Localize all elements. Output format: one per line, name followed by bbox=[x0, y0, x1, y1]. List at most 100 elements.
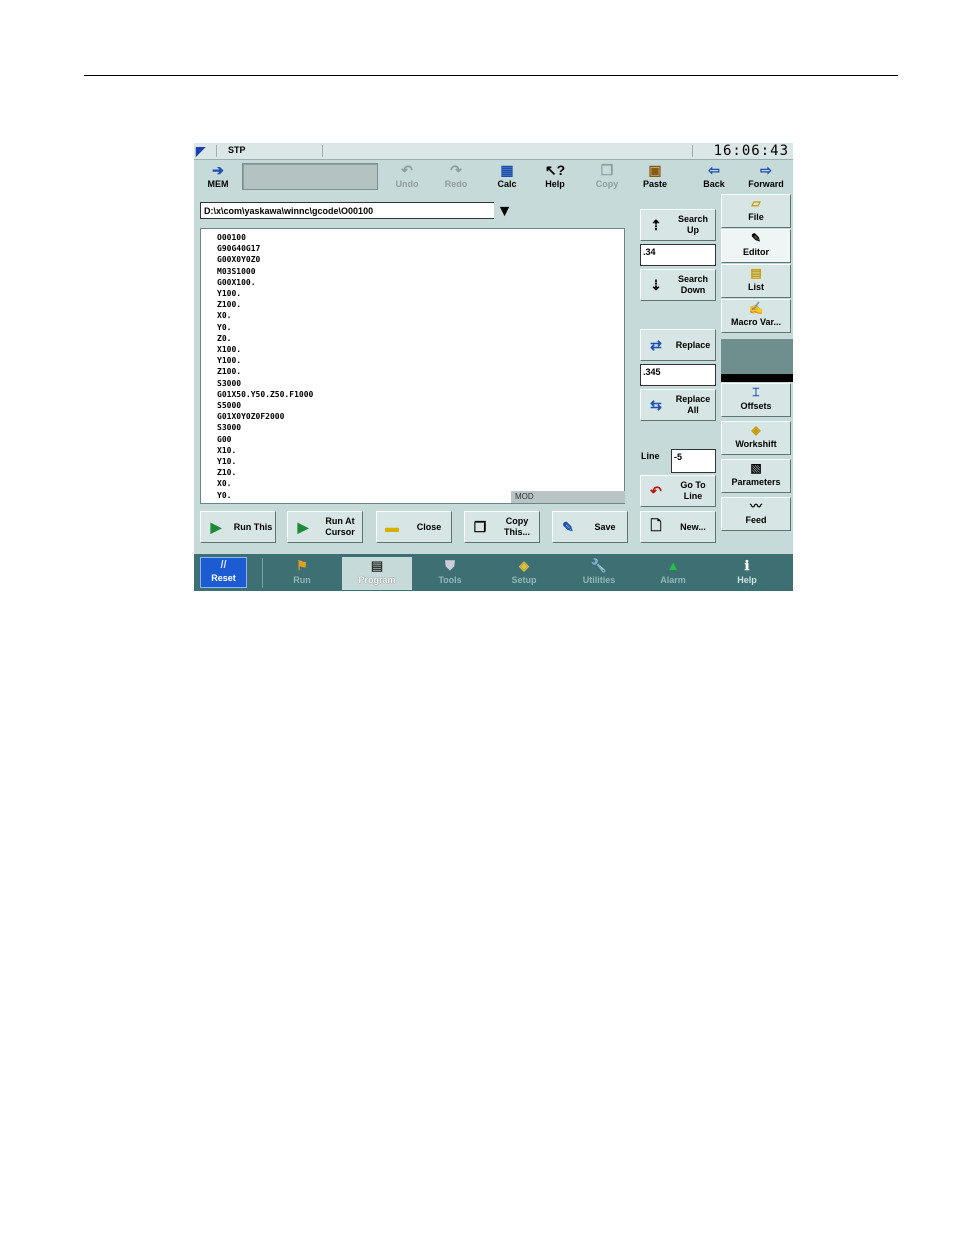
new-button[interactable]: 🗋 New... bbox=[640, 511, 716, 543]
folder-open-icon: ▱ bbox=[751, 196, 761, 210]
redo-icon: ↷ bbox=[450, 162, 462, 178]
program-line[interactable]: S5000 bbox=[217, 400, 241, 411]
file-path-field[interactable]: D:\x\com\yaskawa\winnc\gcode\O00100 bbox=[200, 202, 515, 219]
calc-label: Calc bbox=[497, 179, 517, 189]
program-line[interactable]: Z100. bbox=[217, 366, 241, 377]
program-line[interactable]: Z10. bbox=[217, 467, 236, 478]
sidebar-editor[interactable]: ✎ Editor bbox=[721, 229, 791, 263]
program-line[interactable]: G00 bbox=[217, 434, 231, 445]
calc-button[interactable]: ▦ Calc bbox=[488, 161, 526, 192]
editor-icon: ✎ bbox=[750, 231, 762, 245]
program-line[interactable]: S3000 bbox=[217, 422, 241, 433]
sidebar-macro-var[interactable]: ✍ Macro Var... bbox=[721, 299, 791, 333]
replace-all-button[interactable]: ⇆ Replace All bbox=[640, 389, 716, 421]
new-document-icon: 🗋 bbox=[650, 517, 662, 533]
program-line[interactable]: G01X50.Y50.Z50.F1000 bbox=[217, 389, 313, 400]
paste-icon: ▣ bbox=[648, 162, 662, 178]
toolbar: ➔ MEM ↶ Undo ↷ Redo ▦ Calc ↖? Help ❐ Cop… bbox=[194, 160, 793, 193]
undo-button[interactable]: ↶ Undo bbox=[388, 161, 426, 192]
nav-help-label: Help bbox=[737, 575, 757, 585]
replace-button[interactable]: ⇄ Replace bbox=[640, 329, 716, 361]
copy-this-button[interactable]: ❐ Copy This... bbox=[464, 511, 540, 543]
search-down-button[interactable]: ⇣ Search Down bbox=[640, 269, 716, 301]
mem-icon: ➔ bbox=[212, 162, 224, 178]
program-line[interactable]: Y100. bbox=[217, 355, 241, 366]
mem-label: MEM bbox=[207, 179, 229, 189]
program-line[interactable]: Y10. bbox=[217, 456, 236, 467]
replace-input[interactable]: .345 bbox=[640, 364, 716, 386]
program-line[interactable]: Z100. bbox=[217, 299, 241, 310]
clock: 16:06:43 bbox=[713, 143, 789, 159]
program-line[interactable]: Y0. bbox=[217, 490, 231, 501]
sidebar-list-label: List bbox=[747, 282, 764, 292]
close-button[interactable]: ▬ Close bbox=[376, 511, 452, 543]
run-this-button[interactable]: ▶ Run This bbox=[200, 511, 276, 543]
nav-utilities-label: Utilities bbox=[582, 575, 616, 585]
mem-display bbox=[242, 163, 378, 190]
search-up-label: Search Up bbox=[677, 214, 709, 235]
nav-setup-label: Setup bbox=[511, 575, 537, 585]
program-editor[interactable]: O00100 G90G40G17 G00X0Y0Z0 M03S1000 G00X100.… bbox=[200, 228, 625, 504]
close-label: Close bbox=[416, 521, 442, 532]
undo-label: Undo bbox=[395, 179, 419, 189]
search-up-button[interactable]: ⇡ Search Up bbox=[640, 209, 716, 241]
save-button[interactable]: ✎ Save bbox=[552, 511, 628, 543]
sidebar-offsets[interactable]: ⌶ Offsets bbox=[721, 383, 791, 417]
program-line[interactable]: X100. bbox=[217, 344, 241, 355]
sidebar-parameters[interactable]: ▧ Parameters bbox=[721, 459, 791, 493]
sidebar-workshift[interactable]: ◈ Workshift bbox=[721, 421, 791, 455]
forward-label: Forward bbox=[748, 179, 784, 189]
program-line[interactable]: G00X0Y0Z0 bbox=[217, 254, 260, 265]
reset-icon: // bbox=[220, 559, 227, 571]
program-line[interactable]: G01X0Y0Z0F2000 bbox=[217, 411, 284, 422]
nav-tools[interactable]: ⛊ Tools bbox=[415, 557, 485, 590]
sidebar-file-label: File bbox=[748, 212, 764, 222]
line-input[interactable]: -5 bbox=[671, 449, 716, 473]
nav-program[interactable]: ▤ Program bbox=[342, 557, 412, 590]
sidebar-offsets-label: Offsets bbox=[740, 401, 772, 411]
run-at-cursor-button[interactable]: ▶ Run At Cursor bbox=[287, 511, 363, 543]
program-line[interactable]: X10. bbox=[217, 445, 236, 456]
machine-mode: STP bbox=[228, 145, 246, 155]
info-icon: ℹ bbox=[744, 558, 750, 573]
program-line[interactable]: Y0. bbox=[217, 322, 231, 333]
copy-button[interactable]: ❐ Copy bbox=[588, 161, 626, 192]
help-button[interactable]: ↖? Help bbox=[536, 161, 574, 192]
file-path-dropdown-icon[interactable]: ▼ bbox=[494, 202, 515, 222]
sidebar-feed[interactable]: 〰 Feed bbox=[721, 497, 791, 531]
search-down-label: Search Down bbox=[677, 274, 709, 295]
nav-utilities[interactable]: 🔧 Utilities bbox=[564, 557, 634, 590]
reset-button[interactable]: // Reset bbox=[200, 557, 247, 588]
program-line[interactable]: Z0. bbox=[217, 333, 231, 344]
sidebar-file[interactable]: ▱ File bbox=[721, 194, 791, 228]
program-line[interactable]: G90G40G17 bbox=[217, 243, 260, 254]
mem-button[interactable]: ➔ MEM bbox=[200, 161, 236, 192]
forward-button[interactable]: ⇨ Forward bbox=[742, 161, 790, 192]
forward-arrow-icon: ⇨ bbox=[760, 162, 772, 178]
program-line[interactable]: M03S1000 bbox=[217, 266, 256, 277]
back-button[interactable]: ⇦ Back bbox=[694, 161, 734, 192]
redo-button[interactable]: ↷ Redo bbox=[437, 161, 475, 192]
program-line[interactable]: S3000 bbox=[217, 378, 241, 389]
program-line[interactable]: X0. bbox=[217, 310, 231, 321]
go-to-line-button[interactable]: ↶ Go To Line bbox=[640, 475, 716, 507]
nav-setup[interactable]: ◈ Setup bbox=[489, 557, 559, 590]
nav-alarm[interactable]: ▲ Alarm bbox=[638, 557, 708, 590]
nav-run[interactable]: ⚑ Run bbox=[267, 557, 337, 590]
status-bar: ◤ STP 16:06:43 bbox=[194, 143, 793, 160]
paste-button[interactable]: ▣ Paste bbox=[636, 161, 674, 192]
yaskawa-logo-icon: ◤ bbox=[196, 144, 206, 158]
run-this-icon: ▶ bbox=[210, 518, 222, 535]
program-line[interactable]: O00100 bbox=[217, 232, 246, 243]
search-down-icon: ⇣ bbox=[650, 276, 662, 293]
redo-label: Redo bbox=[444, 179, 468, 189]
program-line[interactable]: Y100. bbox=[217, 288, 241, 299]
search-input[interactable]: .34 bbox=[640, 244, 716, 266]
run-at-cursor-icon: ▶ bbox=[297, 518, 309, 535]
status-divider bbox=[322, 145, 323, 157]
program-line[interactable]: G00X100. bbox=[217, 277, 256, 288]
nav-help[interactable]: ℹ Help bbox=[712, 557, 782, 590]
program-line[interactable]: X0. bbox=[217, 478, 231, 489]
sidebar-list[interactable]: ▤ List bbox=[721, 264, 791, 298]
paste-label: Paste bbox=[642, 179, 668, 189]
